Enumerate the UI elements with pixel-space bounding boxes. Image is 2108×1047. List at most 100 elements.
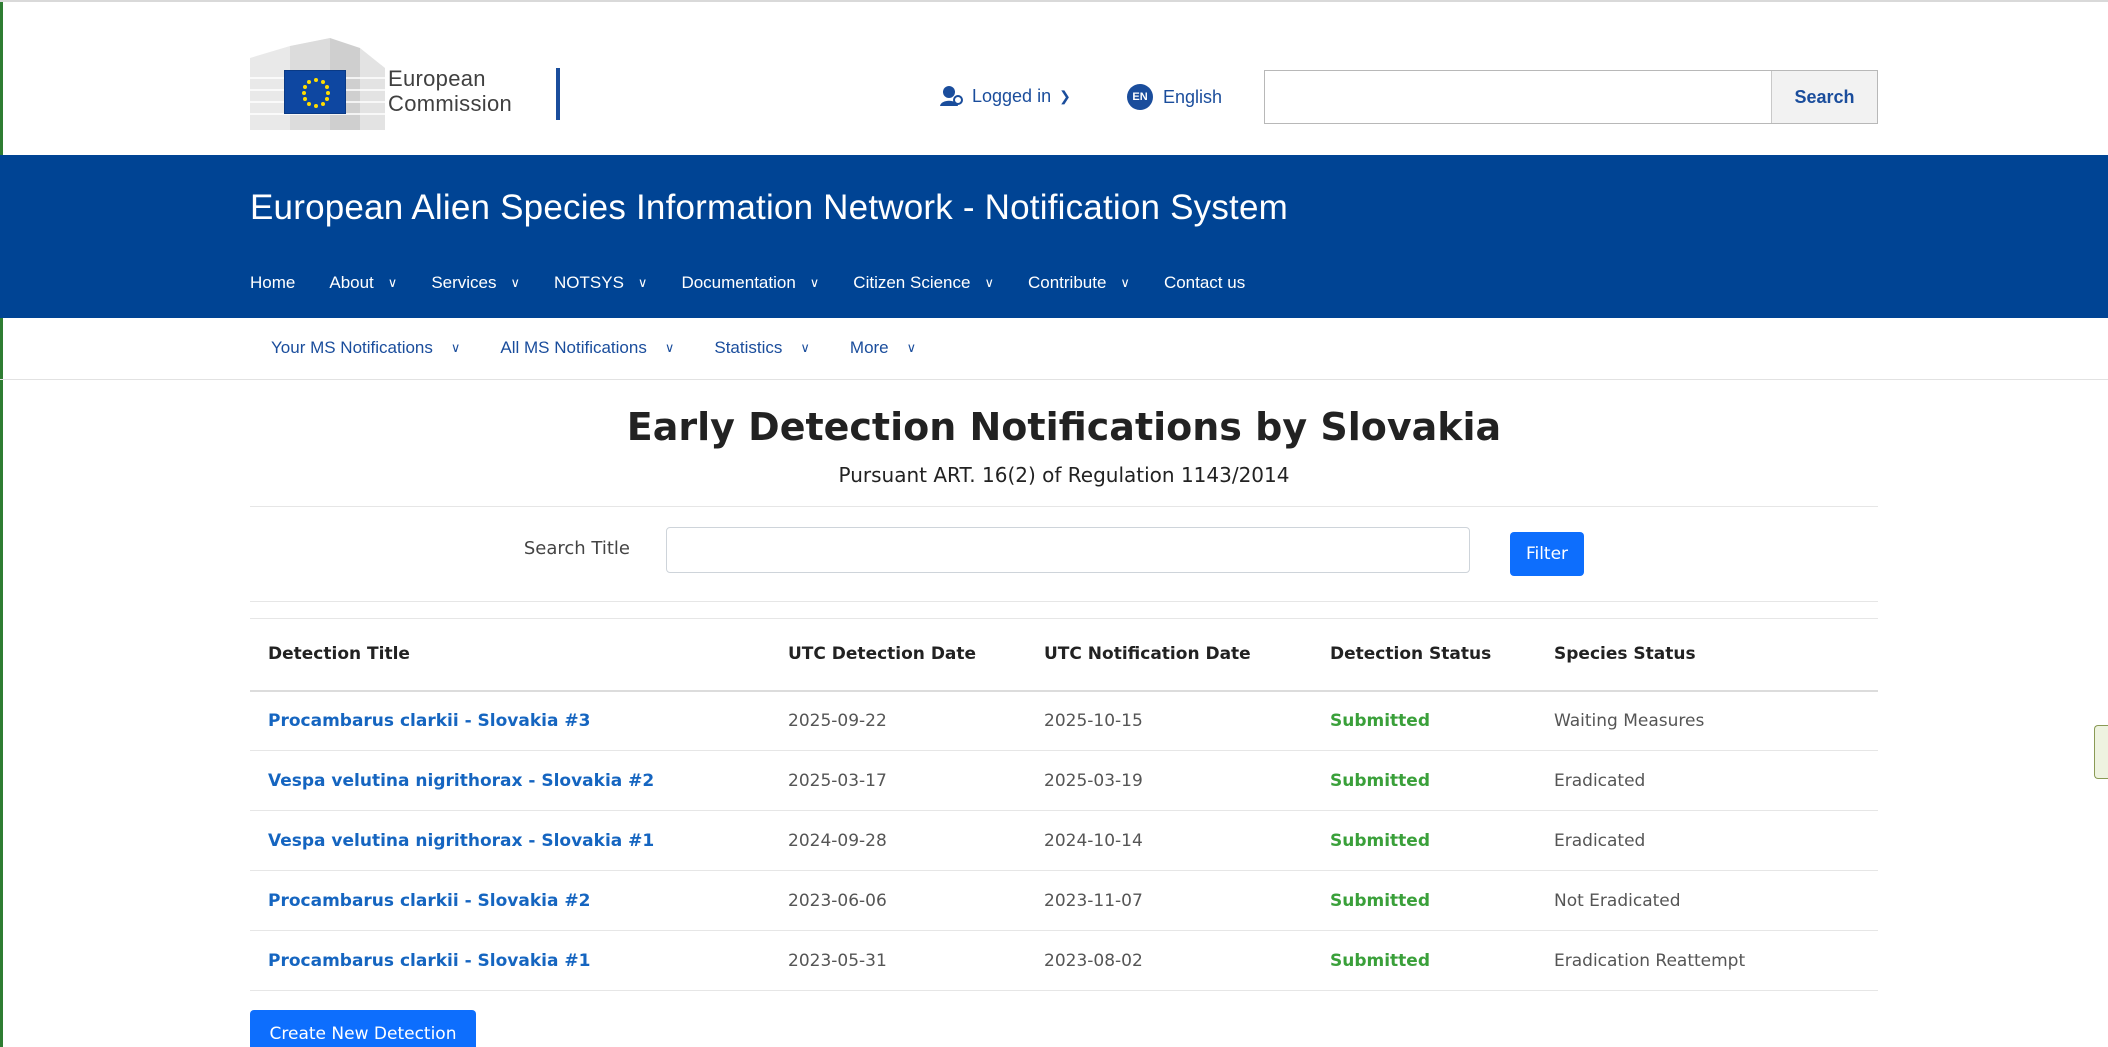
filter-label: Search Title [523,538,630,559]
table-row: Vespa velutina nigrithorax - Slovakia #1… [250,811,1878,871]
logo-text-line1: European [388,66,486,91]
chevron-down-icon: ∨ [800,340,810,355]
subnav-item-label: All MS Notifications [500,338,647,357]
nav-item-contribute[interactable]: Contribute ∨ [1028,273,1130,293]
species-status-cell: Eradication Reattempt [1554,950,1746,971]
chevron-down-icon: ∨ [1120,275,1130,290]
subnav-item-all-ms-notifications[interactable]: All MS Notifications ∨ [500,338,674,358]
login-menu[interactable]: Logged in ❯ [938,84,1071,108]
detection-title-link[interactable]: Procambarus clarkii - Slovakia #2 [268,891,590,911]
user-icon [940,86,963,106]
detection-status-cell: Submitted [1330,830,1431,851]
notification-date-cell: 2023-11-07 [1044,890,1143,911]
chevron-down-icon: ∨ [387,275,398,290]
chevron-down-icon: ∨ [809,275,820,290]
chevron-down-icon: ∨ [637,275,648,290]
column-header-notification-date[interactable]: UTC Notification Date [1026,619,1312,691]
search-title-input[interactable] [666,527,1470,573]
create-new-detection-button[interactable]: Create New Detection [250,1010,476,1047]
chevron-down-icon: ∨ [664,340,675,355]
nav-item-label: Home [250,273,296,292]
detection-date-cell: 2025-03-17 [788,770,887,791]
notification-date-cell: 2024-10-14 [1044,830,1143,851]
subnav-item-label: More [849,338,889,357]
site-search-button[interactable]: Search [1771,71,1877,123]
site-title: European Alien Species Information Netwo… [250,188,1289,227]
subnav-item-more[interactable]: More ∨ [850,338,916,358]
site-search-input[interactable] [1265,71,1771,123]
eu-flag-icon [284,70,346,114]
table-header-row: Detection Title UTC Detection Date UTC N… [250,618,1878,691]
language-selector[interactable]: EN English [1127,84,1222,110]
page-title: Early Detection Notifications by Slovaki… [626,405,1502,449]
chevron-down-icon: ∨ [906,340,917,355]
nav-item-label: NOTSYS [554,273,624,292]
nav-item-label: Contribute [1027,273,1107,292]
logo-text-line2: Commission [388,91,513,116]
sub-nav: Your MS Notifications ∨ All MS Notificat… [0,318,2108,380]
subnav-item-your-ms-notifications[interactable]: Your MS Notifications ∨ [271,338,460,358]
site-banner: European Alien Species Information Netwo… [0,155,2108,318]
site-search: Search [1264,70,1878,124]
nav-item-label: Services [431,273,497,292]
chevron-down-icon: ∨ [450,340,461,355]
table-row: Procambarus clarkii - Slovakia #2 2023-0… [250,871,1878,931]
subnav-item-label: Statistics [714,338,783,357]
detection-title-link[interactable]: Vespa velutina nigrithorax - Slovakia #1 [268,831,654,851]
language-badge: EN [1127,84,1153,110]
species-status-cell: Not Eradicated [1554,890,1681,911]
subnav-item-statistics[interactable]: Statistics ∨ [714,338,810,358]
nav-item-citizen-science[interactable]: Citizen Science ∨ [853,273,994,293]
nav-item-label: Citizen Science [853,273,971,292]
detection-title-link[interactable]: Procambarus clarkii - Slovakia #1 [268,951,590,971]
detection-date-cell: 2025-09-22 [788,710,887,731]
european-commission-logo[interactable]: European Commission [250,38,570,130]
nav-item-documentation[interactable]: Documentation ∨ [681,273,819,293]
detection-status-cell: Submitted [1330,710,1431,731]
species-status-cell: Eradicated [1554,830,1646,851]
column-header-detection-status[interactable]: Detection Status [1312,619,1536,691]
detection-title-link[interactable]: Vespa velutina nigrithorax - Slovakia #2 [268,771,654,791]
table-row: Procambarus clarkii - Slovakia #3 2025-0… [250,691,1878,751]
side-tab-widget[interactable] [2094,725,2108,779]
nav-item-label: Contact us [1163,273,1246,292]
detection-status-cell: Submitted [1330,890,1431,911]
notification-date-cell: 2025-10-15 [1044,710,1143,731]
chevron-down-icon: ❯ [1059,87,1071,104]
detections-table: Detection Title UTC Detection Date UTC N… [250,618,1878,991]
column-header-detection-date[interactable]: UTC Detection Date [770,619,1026,691]
nav-item-about[interactable]: About ∨ [329,273,397,293]
subnav-item-label: Your MS Notifications [271,338,433,357]
divider [250,506,1878,507]
species-status-cell: Eradicated [1554,770,1646,791]
nav-item-label: Documentation [681,273,796,292]
notification-date-cell: 2025-03-19 [1044,770,1143,791]
login-label: Logged in [972,85,1052,106]
site-header: European Commission Logged in ❯ EN Engli… [0,0,2108,155]
chevron-down-icon: ∨ [510,275,521,290]
nav-item-home[interactable]: Home [250,273,295,293]
column-header-detection-title[interactable]: Detection Title [250,619,770,691]
logo-divider [556,68,560,120]
nav-item-contact-us[interactable]: Contact us [1164,273,1245,293]
detection-status-cell: Submitted [1330,770,1431,791]
nav-item-services[interactable]: Services ∨ [431,273,520,293]
detection-date-cell: 2024-09-28 [788,830,887,851]
nav-item-notsys[interactable]: NOTSYS ∨ [554,273,647,293]
logo-text: European Commission [388,66,512,116]
filter-button[interactable]: Filter [1510,532,1584,576]
notification-date-cell: 2023-08-02 [1044,950,1143,971]
main-nav: Home About ∨ Services ∨ NOTSYS ∨ Documen… [250,273,1279,293]
language-label: English [1163,86,1223,107]
detection-title-link[interactable]: Procambarus clarkii - Slovakia #3 [268,711,590,731]
page-subtitle: Pursuant ART. 16(2) of Regulation 1143/2… [838,463,1290,487]
detection-status-cell: Submitted [1330,950,1431,971]
species-status-cell: Waiting Measures [1554,710,1705,731]
chevron-down-icon: ∨ [984,275,994,290]
divider [250,601,1878,602]
detection-date-cell: 2023-05-31 [788,950,887,971]
column-header-species-status[interactable]: Species Status [1536,619,1878,691]
table-row: Procambarus clarkii - Slovakia #1 2023-0… [250,931,1878,991]
table-row: Vespa velutina nigrithorax - Slovakia #2… [250,751,1878,811]
nav-item-label: About [329,273,374,292]
